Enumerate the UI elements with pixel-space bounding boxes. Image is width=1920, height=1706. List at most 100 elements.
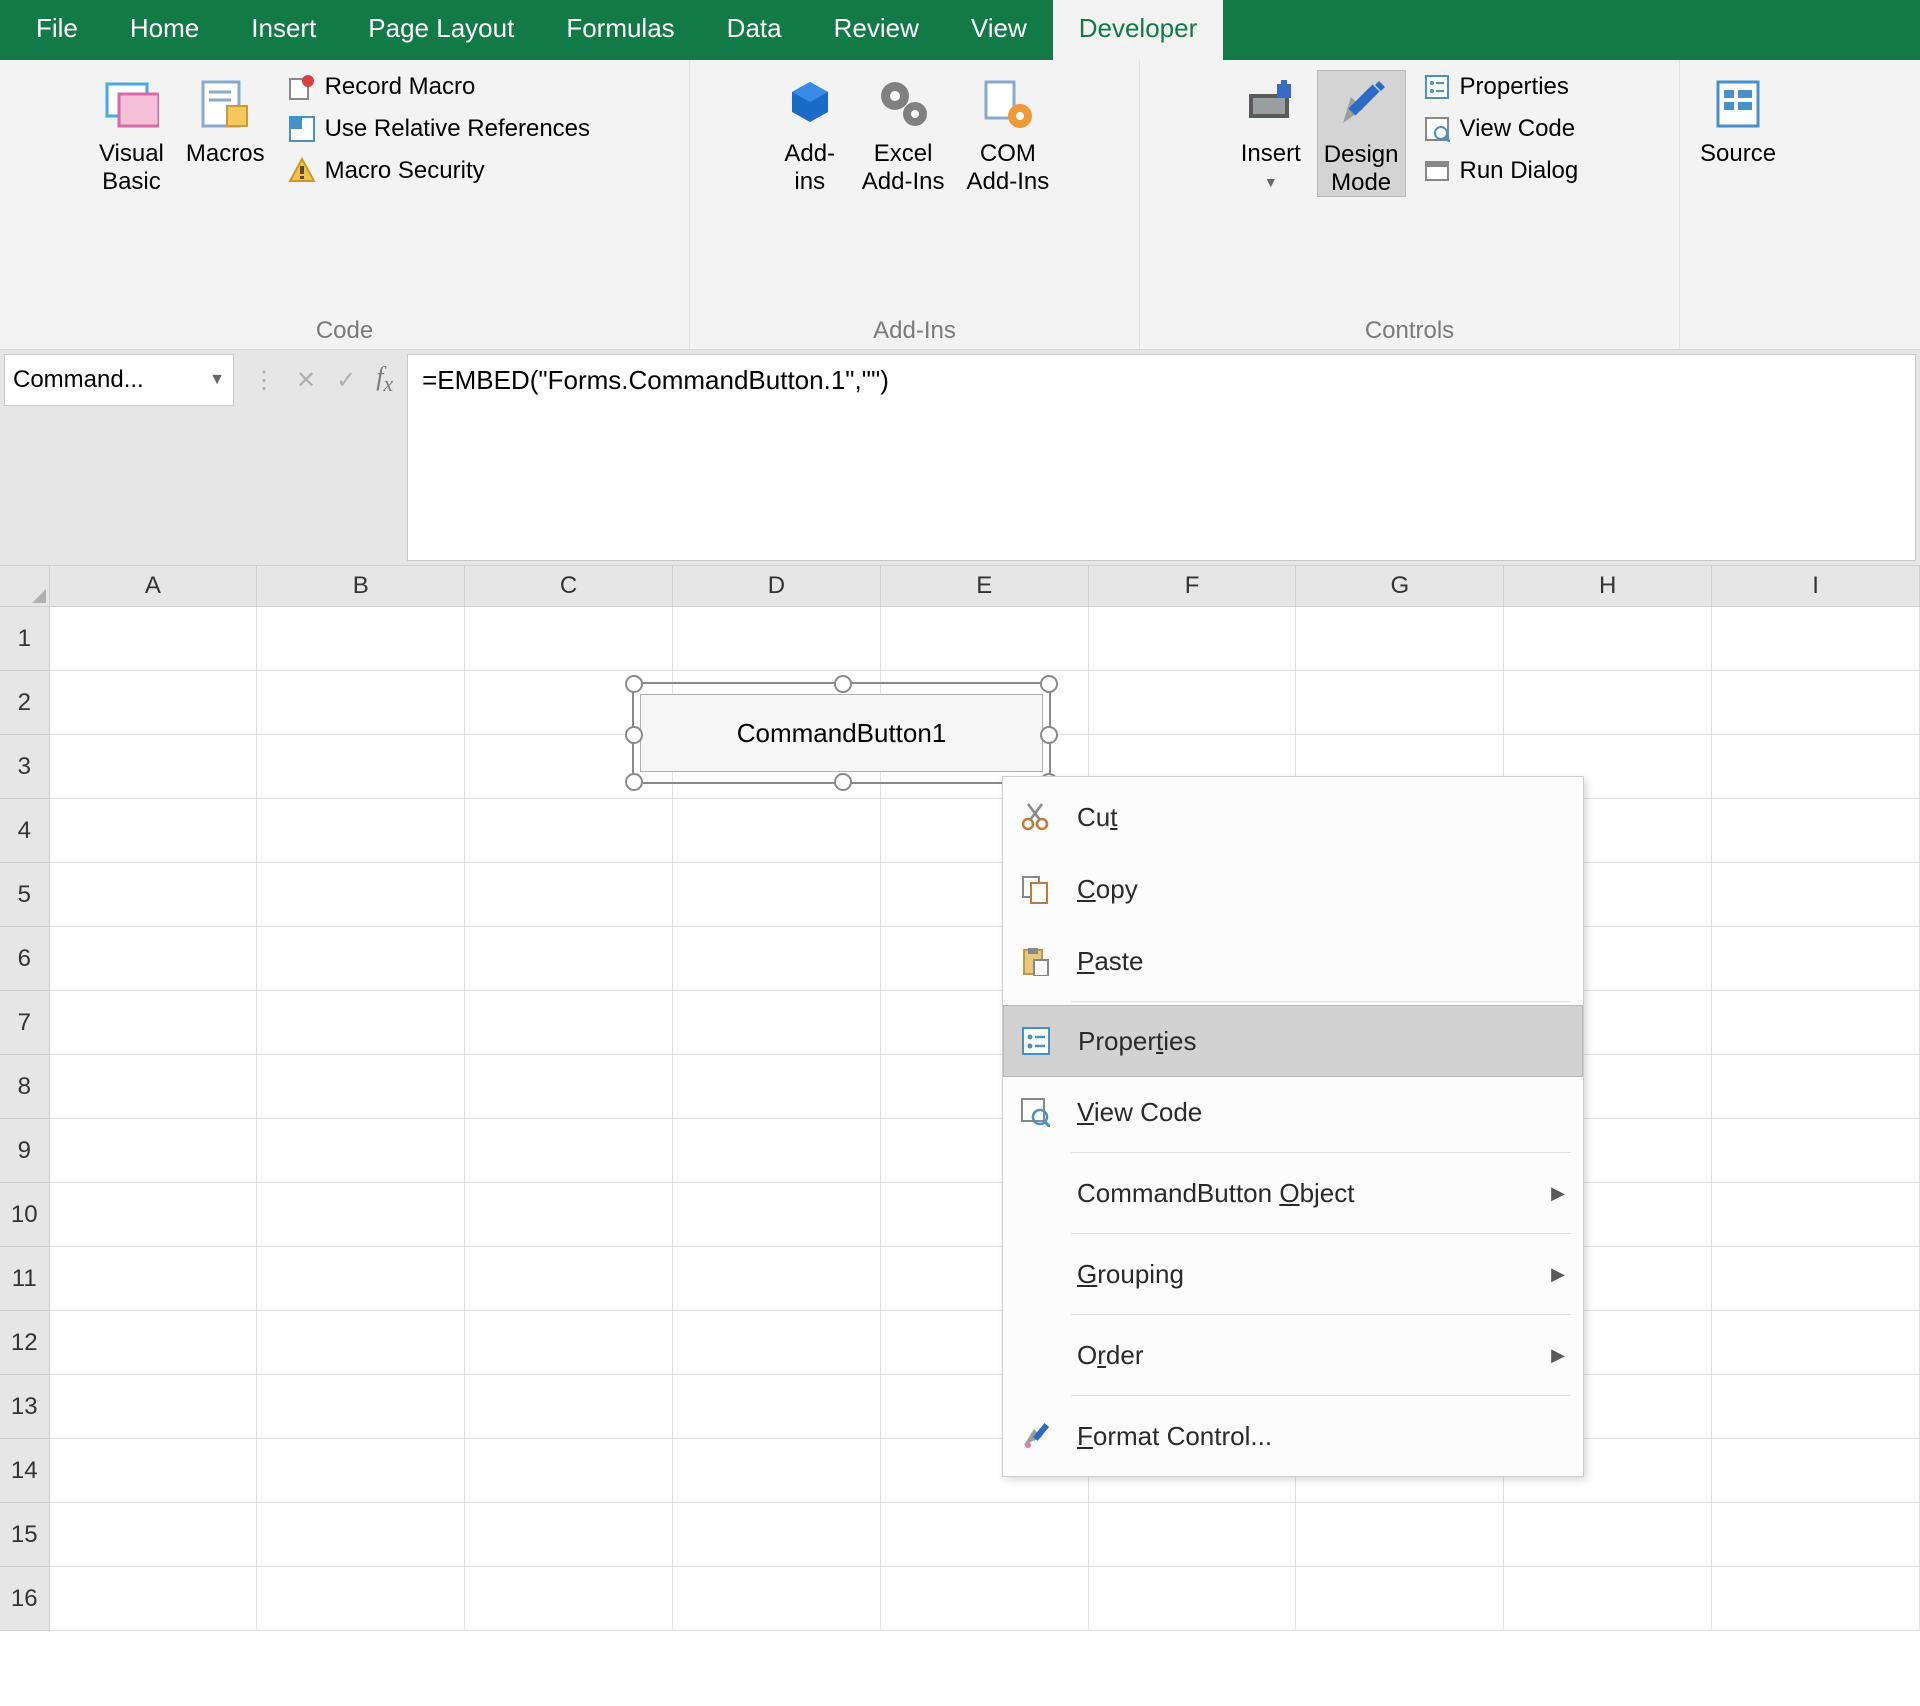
row-header[interactable]: 4 bbox=[0, 799, 50, 863]
source-button[interactable]: Source bbox=[1694, 70, 1782, 168]
cell[interactable] bbox=[257, 991, 465, 1055]
ctx-object[interactable]: CommandButton Object ▶ bbox=[1003, 1157, 1583, 1229]
cell[interactable] bbox=[1504, 1503, 1712, 1567]
cell[interactable] bbox=[50, 1311, 258, 1375]
design-mode-button[interactable]: Design Mode bbox=[1317, 70, 1406, 197]
cell[interactable] bbox=[673, 1183, 881, 1247]
cell[interactable] bbox=[257, 607, 465, 671]
macro-security-button[interactable]: Macro Security bbox=[281, 154, 596, 188]
cell[interactable] bbox=[465, 1503, 673, 1567]
cell[interactable] bbox=[257, 927, 465, 991]
row-header[interactable]: 14 bbox=[0, 1439, 50, 1503]
cell[interactable] bbox=[257, 1247, 465, 1311]
row-header[interactable]: 13 bbox=[0, 1375, 50, 1439]
cell[interactable] bbox=[1712, 1183, 1920, 1247]
tab-data[interactable]: Data bbox=[701, 0, 808, 60]
tab-insert[interactable]: Insert bbox=[225, 0, 342, 60]
tab-home[interactable]: Home bbox=[104, 0, 225, 60]
cell[interactable] bbox=[673, 927, 881, 991]
record-macro-button[interactable]: Record Macro bbox=[281, 70, 596, 104]
cell[interactable] bbox=[1712, 1055, 1920, 1119]
ctx-paste[interactable]: Paste bbox=[1003, 925, 1583, 997]
row-header[interactable]: 9 bbox=[0, 1119, 50, 1183]
cell[interactable] bbox=[465, 927, 673, 991]
tab-review[interactable]: Review bbox=[808, 0, 945, 60]
ctx-grouping[interactable]: Grouping ▶ bbox=[1003, 1238, 1583, 1310]
cell[interactable] bbox=[257, 1375, 465, 1439]
cell[interactable] bbox=[881, 1567, 1089, 1631]
cell[interactable] bbox=[673, 1311, 881, 1375]
cell[interactable] bbox=[257, 1055, 465, 1119]
cell[interactable] bbox=[50, 1439, 258, 1503]
cell[interactable] bbox=[257, 1503, 465, 1567]
cell[interactable] bbox=[1296, 1503, 1504, 1567]
row-header[interactable]: 12 bbox=[0, 1311, 50, 1375]
cell[interactable] bbox=[465, 1311, 673, 1375]
cell[interactable] bbox=[673, 1119, 881, 1183]
col-header[interactable]: D bbox=[673, 566, 881, 606]
cell[interactable] bbox=[257, 1567, 465, 1631]
excel-addins-button[interactable]: Excel Add-Ins bbox=[856, 70, 951, 195]
tab-file[interactable]: File bbox=[10, 0, 104, 60]
cell[interactable] bbox=[1712, 607, 1920, 671]
cell[interactable] bbox=[50, 1055, 258, 1119]
ctx-format-control[interactable]: Format Control... bbox=[1003, 1400, 1583, 1472]
cell[interactable] bbox=[465, 1055, 673, 1119]
cell[interactable] bbox=[465, 1119, 673, 1183]
cell[interactable] bbox=[1712, 863, 1920, 927]
cell[interactable] bbox=[1504, 671, 1712, 735]
cell[interactable] bbox=[1712, 1567, 1920, 1631]
cell[interactable] bbox=[673, 799, 881, 863]
cell[interactable] bbox=[465, 863, 673, 927]
cell[interactable] bbox=[673, 991, 881, 1055]
cell[interactable] bbox=[1712, 671, 1920, 735]
row-header[interactable]: 8 bbox=[0, 1055, 50, 1119]
col-header[interactable]: E bbox=[881, 566, 1089, 606]
ctx-order[interactable]: Order ▶ bbox=[1003, 1319, 1583, 1391]
cell[interactable] bbox=[257, 1119, 465, 1183]
row-header[interactable]: 3 bbox=[0, 735, 50, 799]
name-box[interactable]: Command... ▼ bbox=[4, 354, 234, 406]
cell[interactable] bbox=[673, 1375, 881, 1439]
cell[interactable] bbox=[50, 671, 258, 735]
tab-developer[interactable]: Developer bbox=[1053, 0, 1224, 60]
row-header[interactable]: 1 bbox=[0, 607, 50, 671]
col-header[interactable]: H bbox=[1504, 566, 1712, 606]
col-header[interactable]: B bbox=[257, 566, 465, 606]
cell[interactable] bbox=[257, 1183, 465, 1247]
relative-refs-button[interactable]: Use Relative References bbox=[281, 112, 596, 146]
cell[interactable] bbox=[50, 1183, 258, 1247]
col-header[interactable]: C bbox=[465, 566, 673, 606]
run-dialog-button[interactable]: Run Dialog bbox=[1416, 154, 1585, 188]
visual-basic-button[interactable]: Visual Basic bbox=[93, 70, 170, 195]
cell[interactable] bbox=[465, 991, 673, 1055]
cell[interactable] bbox=[1712, 991, 1920, 1055]
addins-button[interactable]: Add- ins bbox=[774, 70, 846, 195]
cell[interactable] bbox=[881, 607, 1089, 671]
cell[interactable] bbox=[1712, 1311, 1920, 1375]
cell[interactable] bbox=[257, 735, 465, 799]
cell[interactable] bbox=[881, 1503, 1089, 1567]
select-all-corner[interactable] bbox=[0, 566, 50, 606]
cell[interactable] bbox=[1089, 671, 1297, 735]
properties-button[interactable]: Properties bbox=[1416, 70, 1585, 104]
cell[interactable] bbox=[1712, 1375, 1920, 1439]
cell[interactable] bbox=[465, 607, 673, 671]
com-addins-button[interactable]: COM Add-Ins bbox=[961, 70, 1056, 195]
cell[interactable] bbox=[673, 1055, 881, 1119]
cell[interactable] bbox=[1089, 1567, 1297, 1631]
ctx-view-code[interactable]: View Code bbox=[1003, 1076, 1583, 1148]
cell[interactable] bbox=[1296, 671, 1504, 735]
cell[interactable] bbox=[465, 1183, 673, 1247]
tab-view[interactable]: View bbox=[945, 0, 1053, 60]
cell[interactable] bbox=[673, 1503, 881, 1567]
cell[interactable] bbox=[673, 1439, 881, 1503]
cell[interactable] bbox=[465, 799, 673, 863]
fx-icon[interactable]: fx bbox=[376, 362, 393, 397]
cell[interactable] bbox=[50, 1247, 258, 1311]
cell[interactable] bbox=[257, 1311, 465, 1375]
cell[interactable] bbox=[50, 735, 258, 799]
row-header[interactable]: 11 bbox=[0, 1247, 50, 1311]
cell[interactable] bbox=[257, 799, 465, 863]
col-header[interactable]: F bbox=[1089, 566, 1297, 606]
